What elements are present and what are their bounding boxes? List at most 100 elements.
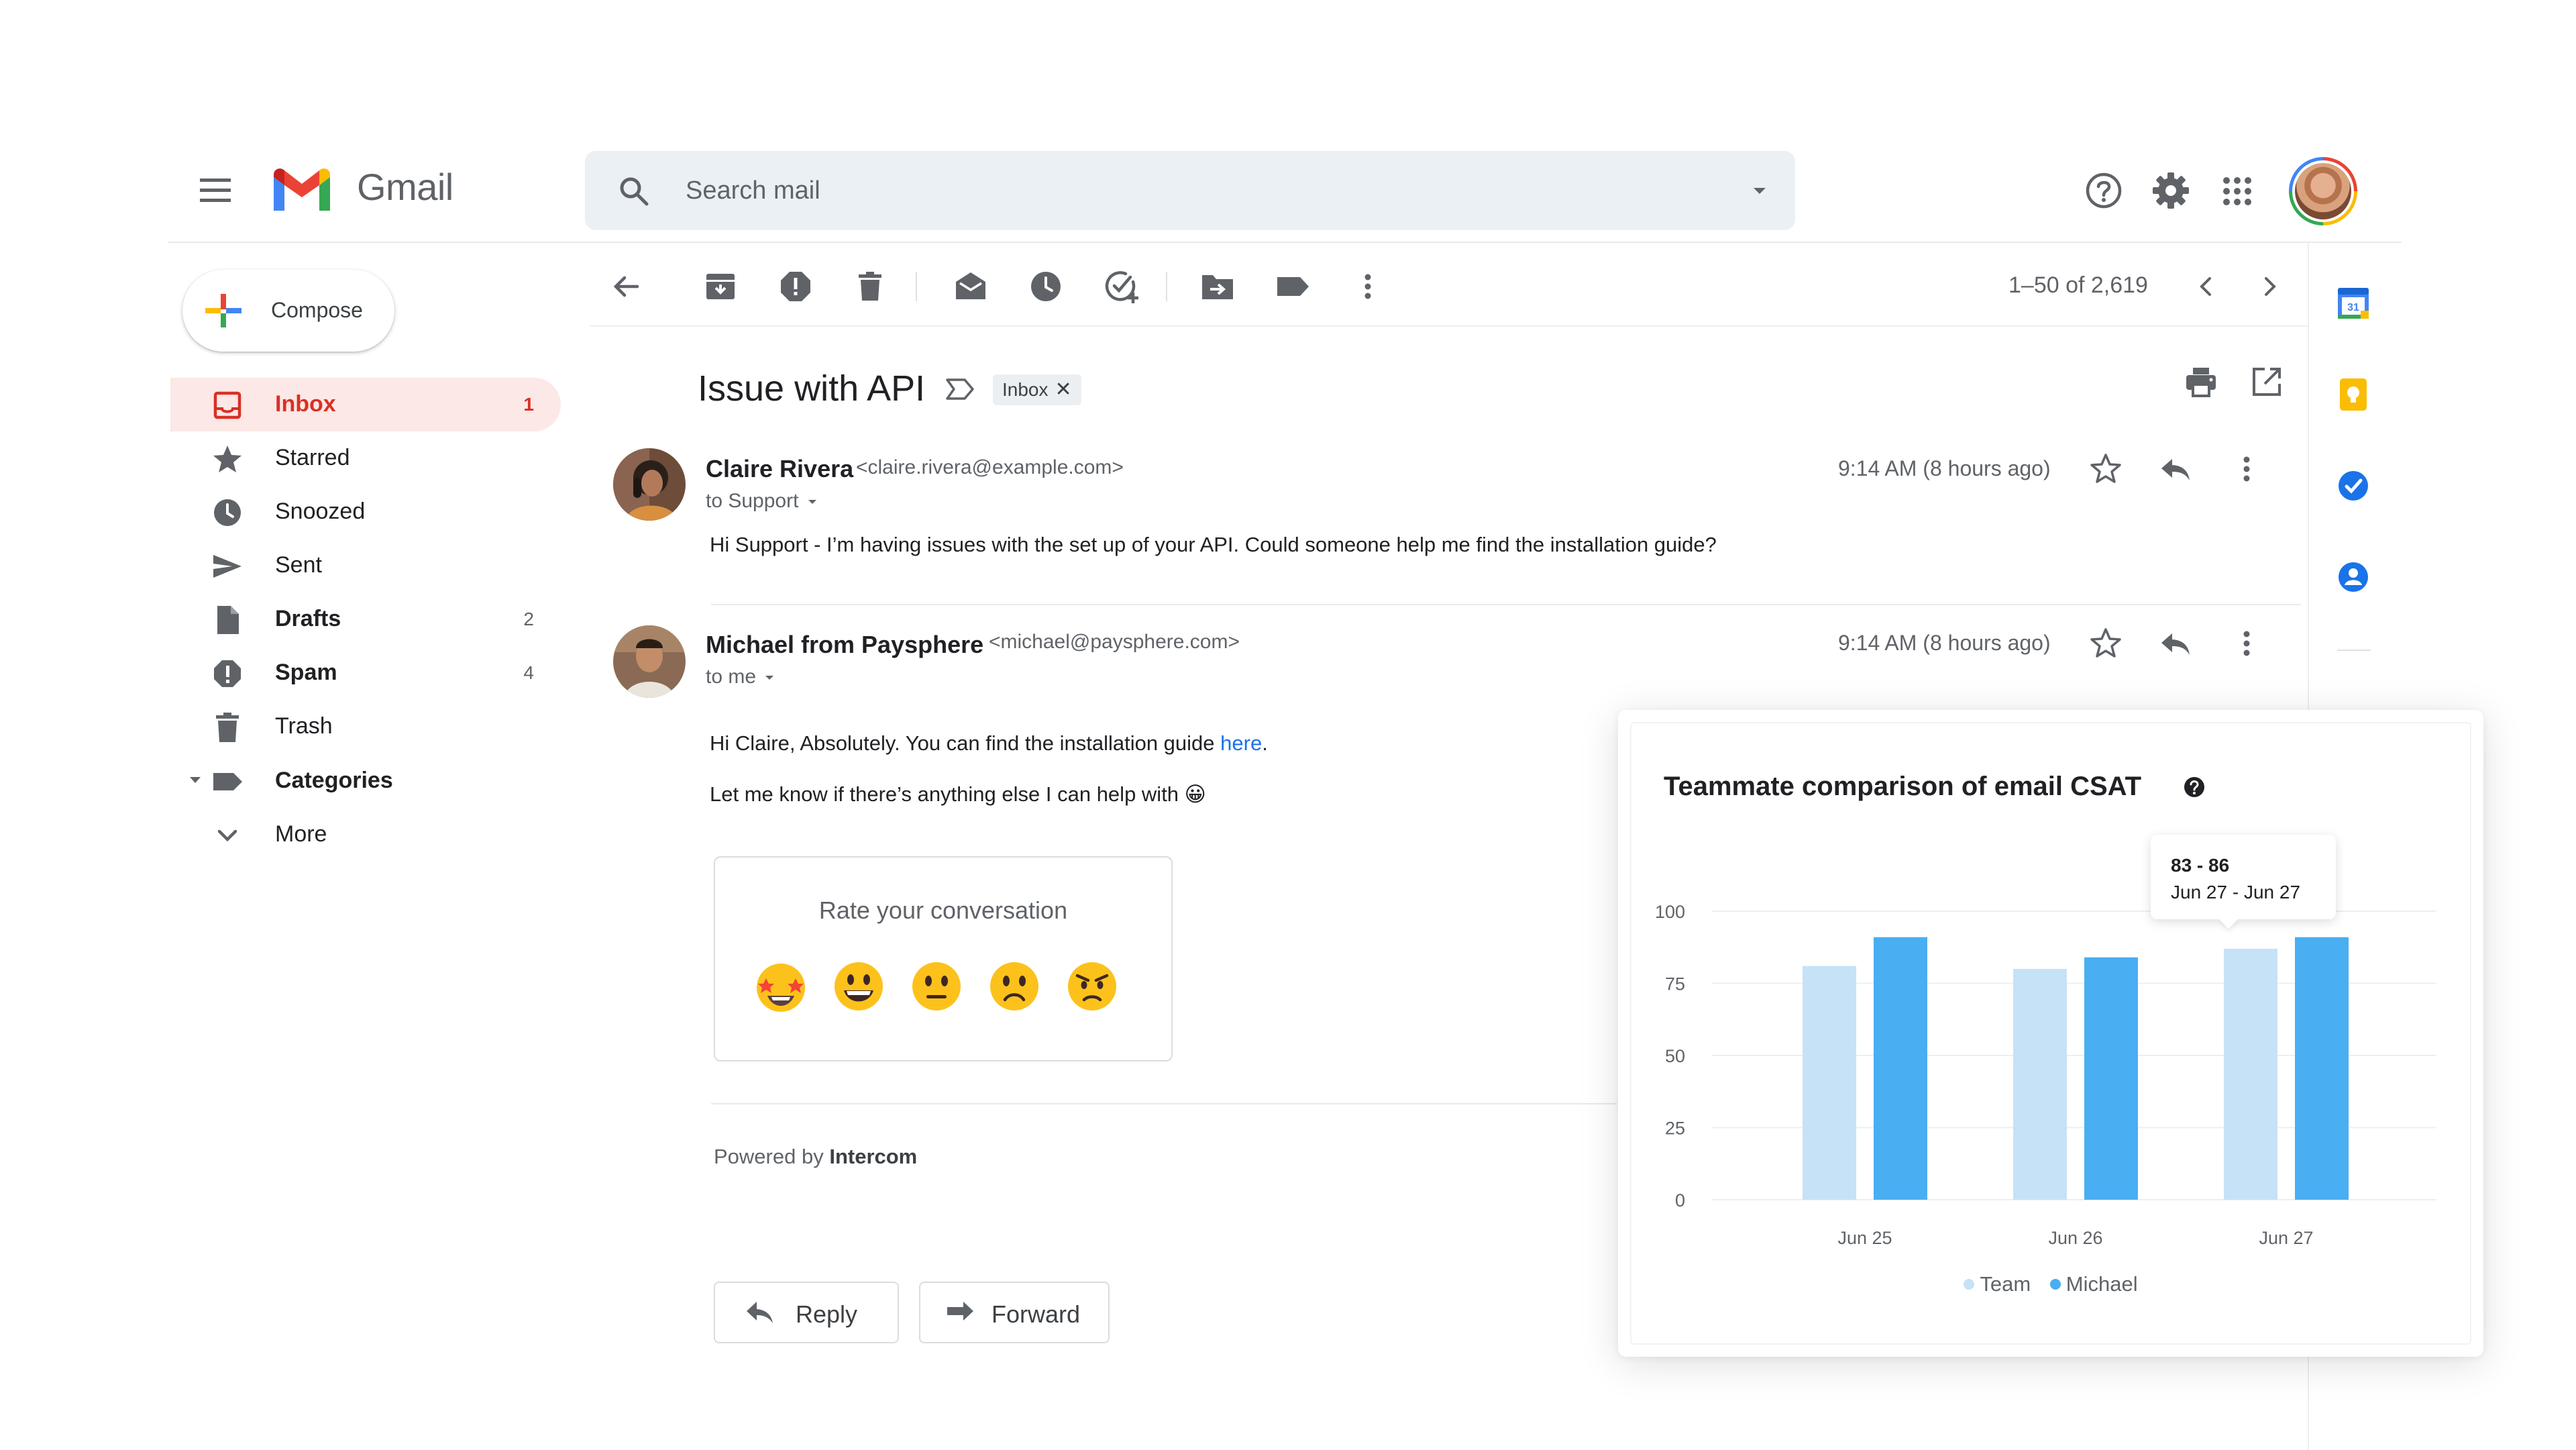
compose-label: Compose — [271, 298, 363, 322]
search-input[interactable] — [686, 171, 1692, 210]
reply-button[interactable]: Reply — [714, 1282, 899, 1343]
add-to-tasks-icon[interactable] — [1102, 267, 1140, 306]
message-body-line: Let me know if there’s anything else I c… — [710, 782, 1206, 806]
keep-notes-icon[interactable] — [2333, 374, 2373, 415]
delete-icon[interactable] — [851, 267, 890, 306]
sidebar-item-more[interactable]: More — [170, 808, 561, 862]
sender-name: Claire Rivera — [706, 455, 854, 482]
message-body: Hi Support - I’m having issues with the … — [710, 533, 1717, 556]
grinning-emoji-icon[interactable] — [830, 958, 887, 1015]
sidebar-item-starred[interactable]: Starred — [170, 431, 561, 485]
body-text: Hi Claire, Absolutely. You can find the … — [710, 731, 1221, 755]
send-icon — [212, 551, 243, 582]
sender-email: <claire.rivera@example.com> — [856, 456, 1124, 478]
more-vert-icon[interactable] — [1348, 267, 1387, 306]
forward-icon — [945, 1299, 975, 1326]
sidebar-item-categories[interactable]: Categories — [170, 754, 561, 808]
chevron-right-icon[interactable] — [2254, 271, 2285, 302]
spam-icon — [212, 658, 243, 689]
sidebar-item-label: Drafts — [275, 606, 341, 631]
bar-team — [1803, 966, 1856, 1200]
forward-button[interactable]: Forward — [919, 1282, 1110, 1343]
reply-icon[interactable] — [2157, 625, 2194, 662]
side-panel-separator — [2337, 650, 2371, 651]
more-vert-icon[interactable] — [2229, 451, 2265, 487]
legend-swatch — [1964, 1279, 1975, 1290]
open-in-new-window-icon[interactable] — [2249, 364, 2285, 400]
recipient-text: to me — [706, 666, 757, 688]
bar-team — [2013, 969, 2067, 1200]
apps-grid-icon[interactable] — [2222, 176, 2253, 207]
main-menu-icon[interactable] — [196, 173, 236, 207]
trash-icon — [212, 712, 243, 743]
remove-label-icon[interactable]: ✕ — [1055, 374, 1072, 405]
archive-icon[interactable] — [701, 267, 740, 306]
y-tick-label: 50 — [1665, 1046, 1685, 1066]
print-icon[interactable] — [2183, 364, 2219, 400]
sidebar-item-drafts[interactable]: Drafts 2 — [170, 592, 561, 646]
legend-item-michael[interactable]: Michael — [2049, 1272, 2138, 1296]
sidebar-item-sent[interactable]: Sent — [170, 539, 561, 592]
reply-icon[interactable] — [2157, 451, 2194, 487]
sender-name: Michael from Paysphere — [706, 631, 984, 658]
snooze-clock-icon[interactable] — [1026, 267, 1065, 306]
sidebar-item-trash[interactable]: Trash — [170, 700, 561, 754]
reply-label: Reply — [796, 1300, 858, 1328]
gmail-logo-icon[interactable] — [270, 166, 334, 215]
sidebar-item-label: Categories — [275, 768, 393, 793]
mark-unread-icon[interactable] — [951, 267, 990, 306]
expand-arrow-icon[interactable] — [188, 773, 203, 788]
sidebar-item-label: Sent — [275, 552, 322, 578]
compose-button[interactable]: Compose — [182, 270, 394, 352]
toolbar-separator — [916, 272, 917, 301]
star-outline-icon[interactable] — [2088, 625, 2124, 662]
angry-emoji-icon[interactable] — [1064, 958, 1120, 1015]
message-divider — [711, 604, 2301, 605]
search-options-icon[interactable] — [1750, 180, 1770, 201]
caret-down-icon — [765, 676, 774, 680]
label-tag-icon[interactable] — [1273, 267, 1312, 306]
star-struck-emoji-icon[interactable] — [753, 958, 809, 1015]
search-bar[interactable] — [585, 151, 1795, 230]
help-icon[interactable] — [2084, 171, 2123, 210]
search-icon[interactable] — [617, 174, 651, 208]
sender-avatar[interactable] — [613, 448, 686, 521]
account-avatar[interactable] — [2289, 157, 2357, 225]
slightly-frowning-emoji-icon[interactable] — [986, 958, 1042, 1015]
chevron-left-icon[interactable] — [2191, 271, 2222, 302]
installation-guide-link[interactable]: here — [1220, 731, 1262, 755]
recipient-details[interactable]: to Support — [706, 490, 820, 513]
recipient-details[interactable]: to me — [706, 666, 777, 688]
star-icon — [212, 444, 243, 474]
sidebar-item-snoozed[interactable]: Snoozed — [170, 485, 561, 539]
report-spam-icon[interactable] — [776, 267, 815, 306]
legend-item-team[interactable]: Team — [1964, 1272, 2031, 1296]
star-outline-icon[interactable] — [2088, 451, 2124, 487]
sender-avatar[interactable] — [613, 625, 686, 698]
tasks-icon[interactable] — [2333, 466, 2373, 506]
sidebar-item-spam[interactable]: Spam 4 — [170, 646, 561, 700]
sidebar-item-inbox[interactable]: Inbox 1 — [170, 378, 561, 431]
powered-by-brand[interactable]: Intercom — [829, 1145, 917, 1168]
clock-icon — [212, 497, 243, 528]
settings-gear-icon[interactable] — [2150, 170, 2192, 211]
y-tick-label: 25 — [1665, 1119, 1685, 1139]
item-count: 4 — [523, 662, 534, 683]
sidebar-item-label: Snoozed — [275, 499, 366, 524]
unread-count: 1 — [523, 394, 534, 415]
neutral-emoji-icon[interactable] — [908, 958, 965, 1015]
tooltip-range: 83 - 86 — [2171, 855, 2230, 876]
calendar-icon[interactable]: 31 — [2333, 283, 2373, 323]
legend-label: Team — [1980, 1272, 2031, 1296]
x-tick-label: Jun 27 — [2259, 1228, 2313, 1248]
rating-title: Rate your conversation — [818, 896, 1068, 924]
y-tick-label: 0 — [1675, 1190, 1685, 1210]
important-marker-icon[interactable] — [945, 376, 975, 403]
back-arrow-icon[interactable] — [606, 267, 645, 306]
contacts-icon[interactable] — [2333, 557, 2373, 597]
move-to-folder-icon[interactable] — [1198, 267, 1237, 306]
more-vert-icon[interactable] — [2229, 625, 2265, 662]
sidebar-item-label: Spam — [275, 660, 337, 685]
sidebar-item-label: Starred — [275, 445, 350, 470]
bar-michael — [1874, 937, 1927, 1200]
